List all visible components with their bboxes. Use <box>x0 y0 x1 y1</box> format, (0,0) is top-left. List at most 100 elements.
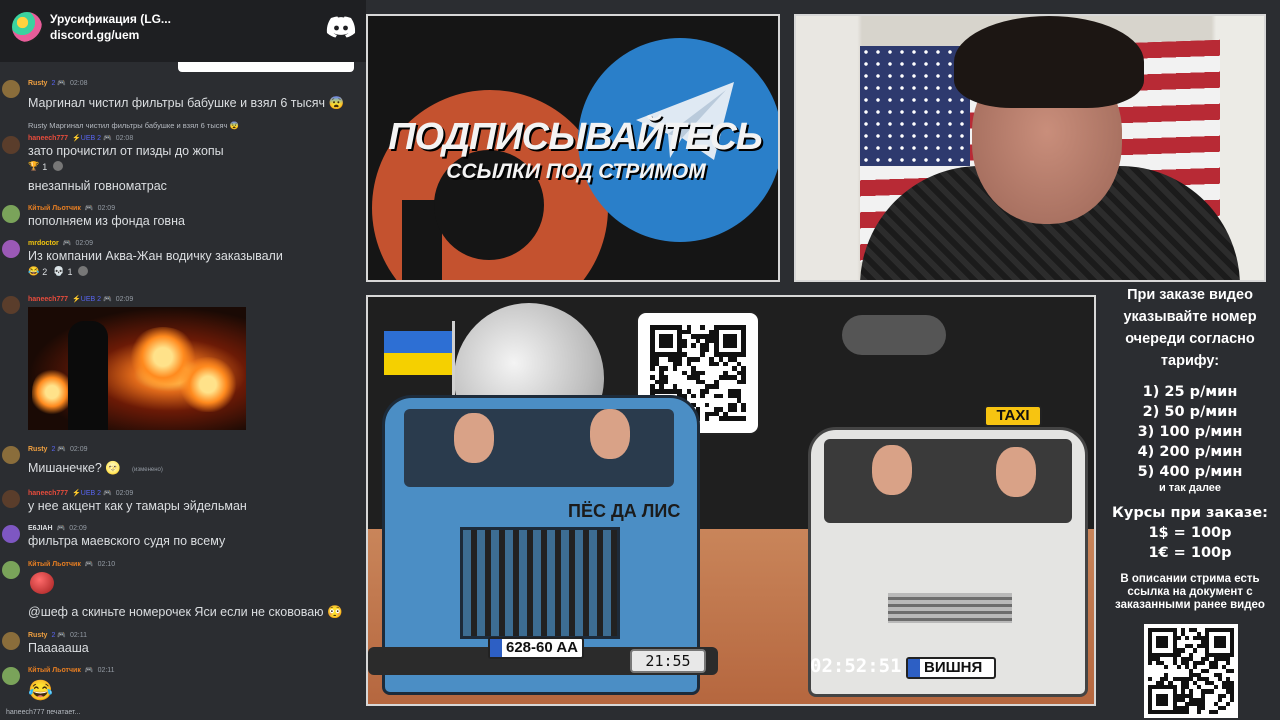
avatar[interactable] <box>2 632 20 650</box>
message-header: mrdoctor 🎮 02:09 <box>28 239 93 248</box>
rates-title: Курсы при заказе: <box>1112 505 1268 521</box>
avatar[interactable] <box>2 296 20 314</box>
message-text: фильтра маевского судя по всему <box>28 534 226 548</box>
timestamp: 02:08 <box>70 79 88 87</box>
server-icon <box>12 12 42 42</box>
stream-uptime: 02:52:51 <box>810 655 902 677</box>
user-badge: ⚡UEB 2 🎮 <box>72 296 112 303</box>
timestamp: 02:09 <box>75 239 93 247</box>
username[interactable]: haneech777 <box>28 296 68 303</box>
message-header: Rusty 2 🎮 02:08 <box>28 79 88 88</box>
username[interactable]: Кйтый Льотчик <box>28 667 81 674</box>
avatar[interactable] <box>2 446 20 464</box>
avatar[interactable] <box>2 561 20 579</box>
timestamp: 02:11 <box>70 631 88 639</box>
avatar[interactable] <box>2 667 20 685</box>
discord-logo-icon <box>326 16 356 38</box>
timestamp: 02:09 <box>115 489 134 497</box>
timestamp: 02:10 <box>97 560 116 568</box>
message-header: haneech777 ⚡UEB 2 🎮 02:08 <box>28 134 134 143</box>
message-header: Rusty 2 🎮 02:09 <box>28 445 88 454</box>
rate-item: 1€ = 100р <box>1148 545 1232 561</box>
user-badge: 🎮 <box>84 561 94 568</box>
tariff-etc: и так далее <box>1158 482 1222 494</box>
sticker-image[interactable] <box>30 572 54 594</box>
truck-grill <box>460 527 620 639</box>
attached-image-fire[interactable] <box>28 307 246 430</box>
tariff-item: 1) 25 р/мин <box>1142 384 1238 400</box>
reaction[interactable]: 😂 2 <box>28 266 47 277</box>
reaction-emoji: 🏆 <box>28 161 40 171</box>
avatar[interactable] <box>2 80 20 98</box>
message-emoji: 😂 <box>28 680 53 702</box>
truck-license-plate: 628-60 AA <box>488 637 584 659</box>
order-info-column: При заказе видео указывайте номер очеред… <box>1100 284 1280 612</box>
user-badge: 2 🎮 <box>51 80 67 87</box>
user-badge: 2 🎮 <box>51 446 67 453</box>
avatar[interactable] <box>2 136 20 154</box>
message-text: Паааааша <box>28 641 89 655</box>
tariff-list: 1) 25 р/мин 2) 50 р/мин 3) 100 р/мин 4) … <box>1100 382 1280 482</box>
username[interactable]: Кйтый Льотчик <box>28 205 81 212</box>
reaction-emoji: 😂 <box>28 266 40 276</box>
qr-code-side <box>1144 624 1238 718</box>
truck-windshield <box>404 409 674 487</box>
server-banner[interactable]: Урусификация (LG... discord.gg/uem <box>0 0 366 62</box>
reply-preview[interactable]: Rusty Маргинал чистил фильтры бабушке и … <box>28 121 239 130</box>
username[interactable]: mrdoctor <box>28 240 59 247</box>
tariff-item: 2) 50 р/мин <box>1142 404 1238 420</box>
user-badge: 🎮 <box>84 667 94 674</box>
add-reaction-icon[interactable] <box>78 266 89 276</box>
message-header: Кйтый Льотчик 🎮 02:10 <box>28 560 116 569</box>
username[interactable]: E6JIAH <box>28 525 53 532</box>
tariff-item: 5) 400 р/мин <box>1137 464 1243 480</box>
add-reaction-icon[interactable] <box>53 161 64 171</box>
reaction[interactable]: 🏆 1 <box>28 161 47 172</box>
user-badge: ⚡UEB 2 🎮 <box>72 490 112 497</box>
username[interactable]: haneech777 <box>28 135 68 142</box>
timestamp: 02:09 <box>115 295 134 303</box>
avatar[interactable] <box>2 240 20 258</box>
message-text: зато прочистил от пизды до жопы <box>28 144 224 158</box>
server-name: Урусификация (LG... <box>50 12 171 26</box>
avatar[interactable] <box>2 490 20 508</box>
truck-label: ПЁС ДА ЛИС <box>568 501 681 521</box>
webcam-feed <box>794 14 1266 282</box>
server-invite[interactable]: discord.gg/uem <box>50 28 139 42</box>
van-license-plate: ВИШНЯ <box>906 657 996 679</box>
message-text: Из компании Аква-Жан водичку заказывали <box>28 249 283 263</box>
message-header: haneech777 ⚡UEB 2 🎮 02:09 <box>28 295 134 304</box>
avatar[interactable] <box>2 205 20 223</box>
tariff-item: 4) 200 р/мин <box>1137 444 1243 460</box>
chat-input-stub[interactable] <box>178 62 354 72</box>
promo-title: ПОДПИСЫВАЙТЕСЬ <box>388 116 763 158</box>
taxi-sign: TAXI <box>984 405 1042 427</box>
user-badge: 🎮 <box>56 525 66 532</box>
username[interactable]: Rusty <box>28 80 47 87</box>
promo-panel: ПОДПИСЫВАЙТЕСЬ ССЫЛКИ ПОД СТРИМОМ <box>366 14 780 282</box>
message-header: Кйтый Льотчик 🎮 02:09 <box>28 204 115 213</box>
clock: 21:55 <box>630 649 706 673</box>
ukraine-flag <box>384 331 452 375</box>
user-badge: 2 🎮 <box>51 632 67 639</box>
edited-label: (изменено) <box>132 467 163 473</box>
order-instructions: При заказе видео указывайте номер очеред… <box>1123 287 1257 369</box>
username[interactable]: haneech777 <box>28 490 68 497</box>
discord-chat-overlay: Урусификация (LG... discord.gg/uem Rusty… <box>0 0 366 720</box>
message-header: E6JIAH 🎮 02:09 <box>28 524 87 533</box>
message-text: у нее акцент как у тамары эйдельман <box>28 499 247 513</box>
username[interactable]: Rusty <box>28 632 47 639</box>
message-header: Кйтый Льотчик 🎮 02:11 <box>28 666 115 675</box>
tariff-item: 3) 100 р/мин <box>1137 424 1243 440</box>
timestamp: 02:08 <box>115 134 134 142</box>
reaction-emoji: 💀 <box>53 266 65 276</box>
username[interactable]: Rusty <box>28 446 47 453</box>
avatar[interactable] <box>2 525 20 543</box>
reaction[interactable]: 💀 1 <box>53 266 72 277</box>
reactions: 🏆 1 <box>28 161 64 172</box>
reaction-count: 2 <box>42 266 48 277</box>
message-text: внезапный говноматрас <box>28 179 167 193</box>
message-text: @шеф а скиньте номерочек Яси если не ско… <box>28 605 343 619</box>
reaction-count: 1 <box>42 161 48 172</box>
username[interactable]: Кйтый Льотчик <box>28 561 81 568</box>
